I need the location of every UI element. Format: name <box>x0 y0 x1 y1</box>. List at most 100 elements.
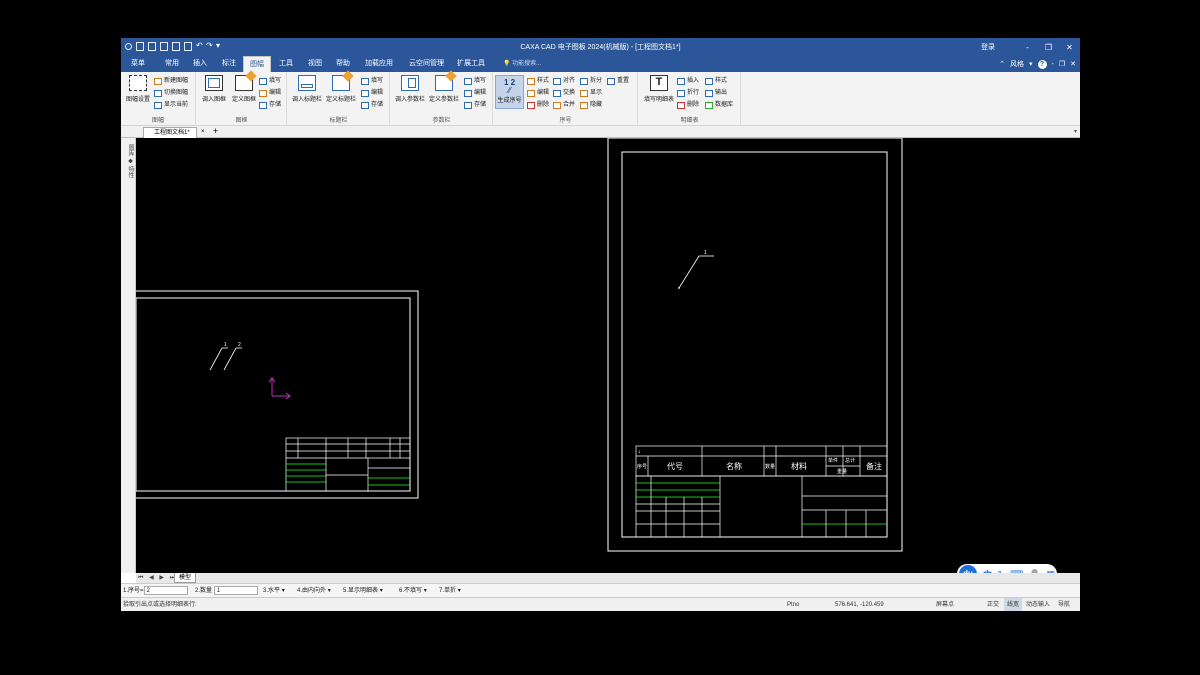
doc-minimize-button[interactable]: - <box>1052 61 1054 68</box>
switch-sheet-button[interactable]: 切换图幅 <box>154 88 188 99</box>
quantity-input[interactable]: 1 <box>213 586 258 595</box>
left-balloon-leaders <box>209 347 242 371</box>
title-edit-button[interactable]: 编辑 <box>361 88 383 99</box>
balloon-style-button[interactable]: 样式 <box>527 76 549 87</box>
title-save-button[interactable]: 存储 <box>361 100 383 111</box>
right-balloon-1[interactable]: 1 <box>704 250 707 256</box>
balloon-reset-button[interactable]: 重置 <box>607 76 629 87</box>
tab-help[interactable]: 帮助 <box>330 56 356 72</box>
tab-extensions[interactable]: 扩展工具 <box>451 56 491 72</box>
sheet-setup-button[interactable]: 图幅设置 <box>123 75 153 103</box>
drawing-canvas[interactable]: 1 2 1 1 序号 代号 名称 数量 材料 单件 总计 重量 备注 <box>136 138 1080 573</box>
param-show-bom-dropdown[interactable]: 5.显示明细表 ▾ <box>343 586 383 596</box>
param-direction-label: 3.水平 <box>263 588 281 594</box>
param-order-dropdown[interactable]: 4.由内向外 ▾ <box>297 586 331 596</box>
balloon-number-input[interactable]: 2 <box>143 586 188 595</box>
snap-mode-button[interactable]: 屏幕点 <box>933 598 957 611</box>
tab-load-apps[interactable]: 加载应用 <box>359 56 399 72</box>
login-button[interactable]: 登录 <box>981 42 995 52</box>
insert-param-block-button[interactable]: 调入参数栏 <box>395 75 425 103</box>
param-fold-dropdown[interactable]: 7.单折 ▾ <box>439 586 461 596</box>
left-balloon-1[interactable]: 1 <box>224 342 227 348</box>
define-frame-button[interactable]: 定义图框 <box>229 70 259 103</box>
tab-view[interactable]: 视图 <box>302 56 328 72</box>
new-tab-icon[interactable]: + <box>213 126 218 137</box>
style-menu[interactable]: 风格 <box>1010 59 1024 69</box>
database-icon <box>705 102 713 109</box>
tab-cloud[interactable]: 云空间管理 <box>403 56 450 72</box>
leader-anchor-point <box>678 287 680 289</box>
dynamic-input-toggle[interactable]: 动态输入 <box>1023 598 1053 611</box>
param-fill-button[interactable]: 填写 <box>464 76 486 87</box>
bom-delete-button[interactable]: 删除 <box>677 100 699 111</box>
param-edit-button[interactable]: 编辑 <box>464 88 486 99</box>
tab-annotate[interactable]: 标注 <box>216 56 242 72</box>
minimize-button[interactable]: - <box>1017 43 1038 52</box>
function-search[interactable]: 💡 功能搜索... <box>503 56 541 72</box>
doc-close-button[interactable]: ✕ <box>1070 60 1076 68</box>
bom-insert-button[interactable]: 插入 <box>677 76 699 87</box>
reset-icon <box>607 78 615 85</box>
balloon-merge-button[interactable]: 合并 <box>553 100 575 111</box>
param-balloon-number[interactable]: 1.序号= 2 <box>123 586 188 596</box>
tab-common[interactable]: 常用 <box>159 56 185 72</box>
balloon-merge-label: 合并 <box>563 102 576 108</box>
define-title-block-button[interactable]: 定义标题栏 <box>326 70 356 103</box>
title-fill-button[interactable]: 填写 <box>361 76 383 87</box>
show-current-button[interactable]: 显示当前 <box>154 100 188 111</box>
layout-nav-arrows[interactable]: ⏮ ◀ ▶ ⏭ <box>138 573 177 583</box>
bom-output-button[interactable]: 输出 <box>705 88 727 99</box>
help-icon[interactable]: ? <box>1037 59 1047 69</box>
ortho-toggle[interactable]: 正交 <box>984 598 1002 611</box>
linewidth-toggle[interactable]: 线宽 <box>1004 598 1023 611</box>
hide-icon <box>580 102 588 109</box>
tab-insert[interactable]: 插入 <box>187 56 213 72</box>
balloon-delete-button[interactable]: 删除 <box>527 100 549 111</box>
new-sheet-button[interactable]: 新建图幅 <box>154 76 188 87</box>
tab-list-arrow-icon[interactable]: ▾ <box>1074 126 1077 138</box>
frame-edit-button[interactable]: 编辑 <box>259 88 281 99</box>
side-panel-tabs[interactable]: 图库 ◆ 特性 <box>124 144 133 178</box>
tab-tools[interactable]: 工具 <box>273 56 299 72</box>
tab-menu[interactable]: 菜单 <box>125 56 151 72</box>
param-direction-dropdown[interactable]: 3.水平 ▾ <box>263 586 285 596</box>
generate-balloon-button[interactable]: 1 2 ⁄⁄ 生成序号 <box>495 75 524 109</box>
balloon-split-button[interactable]: 拆分 <box>580 76 602 87</box>
balloon-exchange-button[interactable]: 交换 <box>553 88 575 99</box>
bom-header-seq: 序号 <box>637 463 647 470</box>
bom-fold-button[interactable]: 折行 <box>677 88 699 99</box>
define-title-block-icon <box>332 70 354 91</box>
frame-save-label: 存储 <box>269 102 282 108</box>
bom-database-button[interactable]: 数据库 <box>705 100 733 111</box>
window-title: CAXA CAD 电子图板 2024(机械版) - [工程图文档1*] <box>520 44 681 51</box>
define-param-block-button[interactable]: 定义参数栏 <box>429 70 459 103</box>
param-quantity[interactable]: 2.数量 1 <box>195 586 258 596</box>
navigation-toggle[interactable]: 导航 <box>1055 598 1073 611</box>
doc-restore-button[interactable]: ❐ <box>1059 60 1065 68</box>
document-tab[interactable]: 工程图文档1* <box>143 127 197 138</box>
insert-title-block-button[interactable]: 调入标题栏 <box>292 75 322 103</box>
dropdown-icon[interactable]: ▾ <box>1029 60 1033 68</box>
balloon-align-button[interactable]: 对齐 <box>553 76 575 87</box>
close-tab-icon[interactable]: × <box>201 127 205 138</box>
tab-sheet[interactable]: 图幅 <box>243 56 271 72</box>
param-save-button[interactable]: 存储 <box>464 100 486 111</box>
frame-save-button[interactable]: 存储 <box>259 100 281 111</box>
bom-header-total: 总计 <box>845 457 855 464</box>
balloon-hide-button[interactable]: 隐藏 <box>580 100 602 111</box>
balloon-exchange-label: 交换 <box>563 90 576 96</box>
collapse-ribbon-icon[interactable]: ⌃ <box>999 60 1005 68</box>
left-balloon-2[interactable]: 2 <box>238 342 241 348</box>
frame-fill-button[interactable]: 填写 <box>259 76 281 87</box>
fill-bom-button[interactable]: T 填写明细表 <box>643 75 675 103</box>
save-icon <box>259 102 267 109</box>
bom-header-remark: 备注 <box>866 461 882 471</box>
tab-model[interactable]: 模型 <box>174 573 197 583</box>
param-fill-dropdown[interactable]: 6.不填写 ▾ <box>399 586 427 596</box>
bom-style-button[interactable]: 样式 <box>705 76 727 87</box>
close-button[interactable]: ✕ <box>1059 43 1080 52</box>
balloon-edit-button[interactable]: 编辑 <box>527 88 549 99</box>
maximize-button[interactable]: ❐ <box>1038 43 1059 52</box>
balloon-show-label: 显示 <box>590 90 603 96</box>
balloon-show-button[interactable]: 显示 <box>580 88 602 99</box>
